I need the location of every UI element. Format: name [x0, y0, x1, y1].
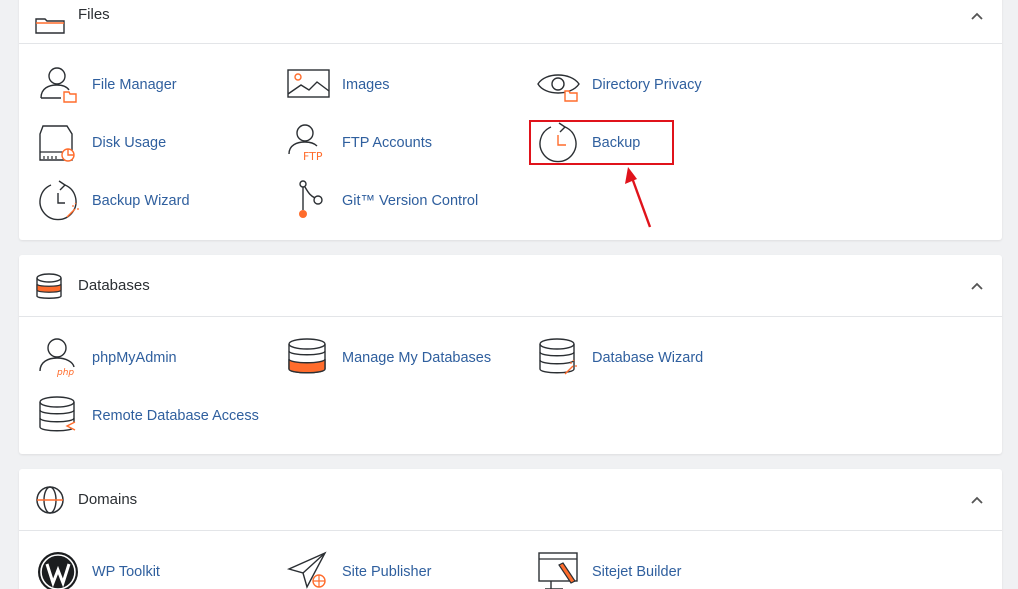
- red-arrow-icon: [620, 165, 660, 230]
- backup-wizard-icon: [37, 180, 81, 224]
- databases-panel: Databases php phpMyAdmin Manage My Datab…: [19, 255, 1002, 454]
- chevron-up-icon[interactable]: [970, 9, 984, 23]
- directory-privacy-link[interactable]: Directory Privacy: [537, 64, 757, 112]
- domains-panel-header[interactable]: Domains: [19, 469, 1002, 531]
- sitejet-builder-link[interactable]: Sitejet Builder: [537, 551, 737, 589]
- backup-highlight-box: [529, 120, 674, 165]
- images-label: Images: [342, 77, 390, 93]
- files-section-title: Files: [78, 6, 110, 23]
- domains-section-title: Domains: [78, 491, 138, 508]
- images-link[interactable]: Images: [287, 64, 487, 112]
- git-version-control-label: Git™ Version Control: [342, 193, 479, 209]
- database-icon: [35, 272, 65, 302]
- wordpress-icon: [37, 551, 81, 589]
- files-panel-header[interactable]: Files: [19, 0, 1002, 44]
- file-manager-icon: [37, 64, 81, 108]
- files-panel: Files File Manager Images Directory Priv…: [19, 0, 1002, 240]
- manage-databases-label: Manage My Databases: [342, 350, 492, 366]
- chevron-up-icon[interactable]: [970, 279, 984, 293]
- wp-toolkit-label: WP Toolkit: [92, 564, 160, 580]
- manage-databases-icon: [287, 337, 331, 381]
- file-manager-label: File Manager: [92, 77, 177, 93]
- databases-section-title: Databases: [78, 277, 150, 294]
- site-publisher-label: Site Publisher: [342, 564, 432, 580]
- site-publisher-link[interactable]: Site Publisher: [286, 551, 487, 589]
- globe-icon: [35, 485, 65, 515]
- database-wizard-link[interactable]: Database Wizard: [537, 337, 757, 385]
- git-version-control-link[interactable]: Git™ Version Control: [287, 180, 507, 228]
- image-icon: [287, 64, 331, 108]
- remote-database-icon: [37, 395, 81, 439]
- sitejet-builder-icon: [537, 551, 581, 589]
- sitejet-builder-label: Sitejet Builder: [592, 564, 682, 580]
- disk-usage-icon: [37, 122, 81, 166]
- phpmyadmin-icon: php: [37, 337, 81, 381]
- phpmyadmin-link[interactable]: php phpMyAdmin: [37, 337, 237, 385]
- manage-databases-link[interactable]: Manage My Databases: [287, 337, 517, 385]
- remote-database-access-link[interactable]: Remote Database Access: [37, 395, 297, 443]
- eye-icon: [537, 64, 581, 108]
- disk-usage-label: Disk Usage: [92, 135, 167, 151]
- paper-plane-icon: [286, 551, 331, 589]
- phpmyadmin-label: phpMyAdmin: [92, 350, 177, 366]
- directory-privacy-label: Directory Privacy: [592, 77, 702, 93]
- file-manager-link[interactable]: File Manager: [37, 64, 237, 112]
- ftp-accounts-link[interactable]: FTP FTP Accounts: [287, 122, 487, 170]
- ftp-accounts-label: FTP Accounts: [342, 135, 432, 151]
- backup-wizard-label: Backup Wizard: [92, 193, 190, 209]
- svg-text:FTP: FTP: [303, 150, 323, 163]
- backup-wizard-link[interactable]: Backup Wizard: [37, 180, 237, 228]
- chevron-up-icon[interactable]: [970, 493, 984, 507]
- remote-database-access-label: Remote Database Access: [92, 408, 259, 424]
- folder-icon: [35, 0, 65, 34]
- disk-usage-link[interactable]: Disk Usage: [37, 122, 237, 170]
- database-wizard-icon: [537, 337, 581, 381]
- database-wizard-label: Database Wizard: [592, 350, 704, 366]
- wp-toolkit-link[interactable]: WP Toolkit: [37, 551, 237, 589]
- databases-panel-header[interactable]: Databases: [19, 255, 1002, 317]
- svg-text:php: php: [56, 368, 74, 378]
- domains-panel: Domains WP Toolkit Site Publisher Siteje…: [19, 469, 1002, 589]
- git-branch-icon: [287, 180, 331, 224]
- ftp-user-icon: FTP: [287, 122, 331, 166]
